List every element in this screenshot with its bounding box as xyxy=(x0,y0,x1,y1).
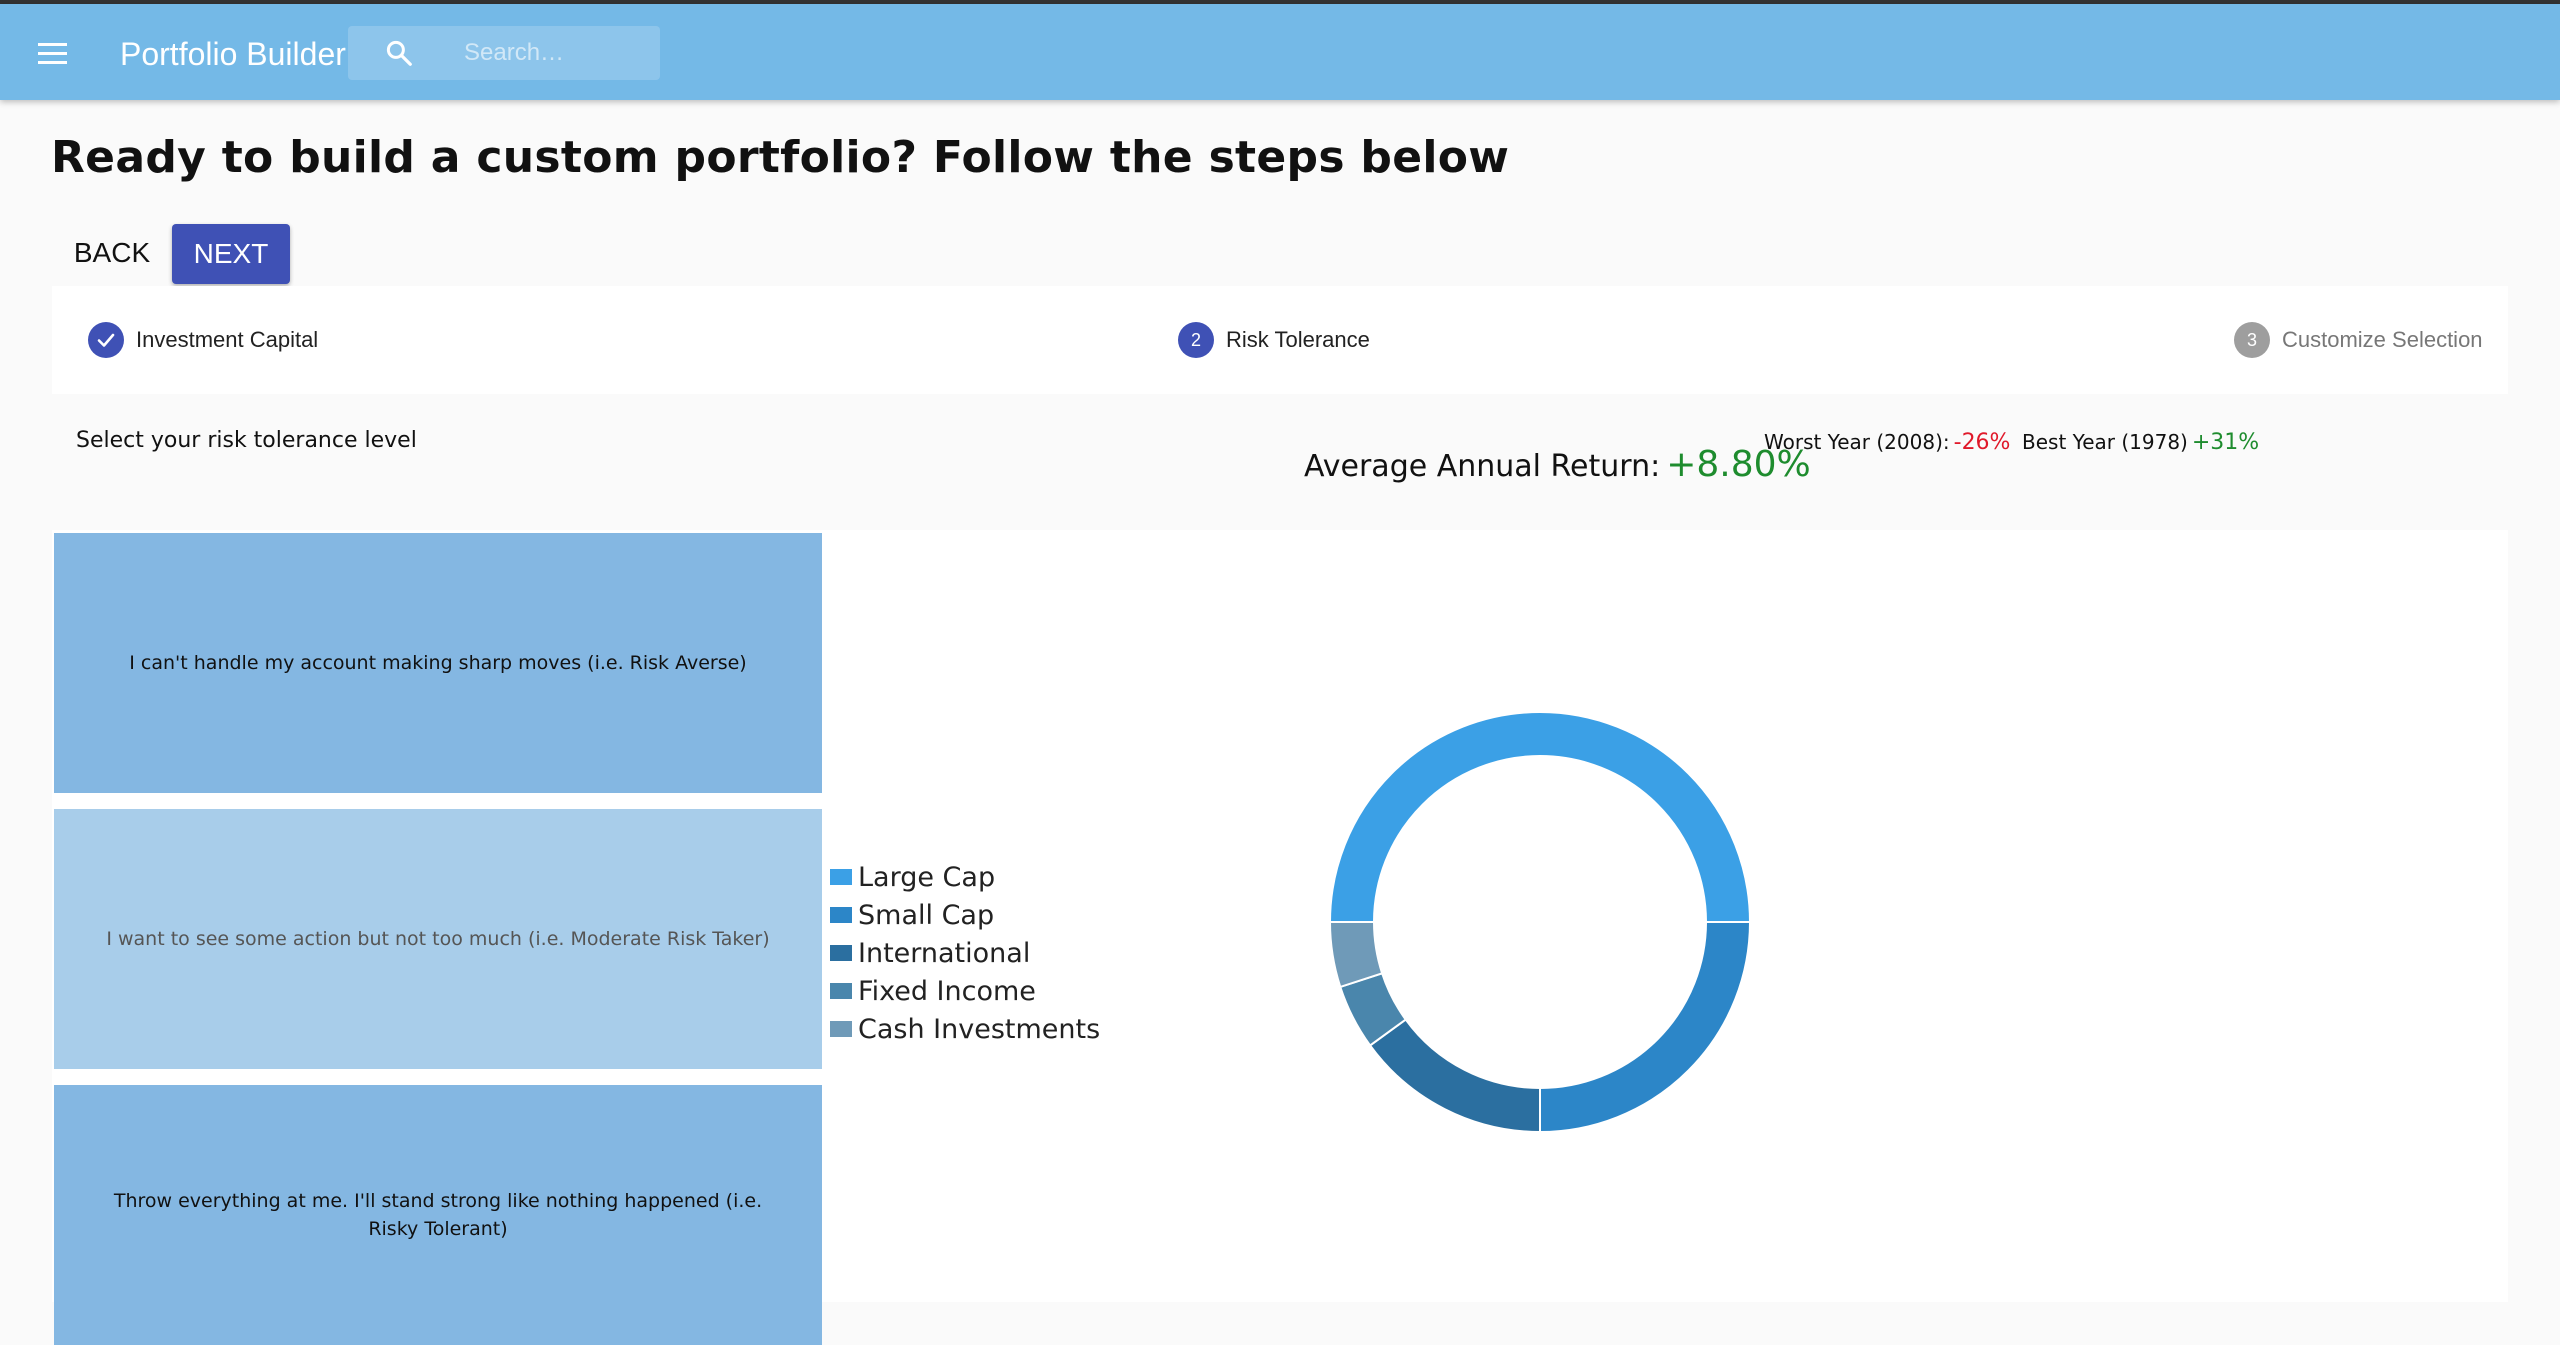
menu-icon-bar xyxy=(38,52,67,55)
legend-swatch xyxy=(830,945,852,961)
step-investment-capital[interactable]: Investment Capital xyxy=(88,322,318,358)
legend-swatch xyxy=(830,983,852,999)
worst-year-value: -26% xyxy=(1953,430,2011,455)
best-year: Best Year (1978) +31% xyxy=(2022,430,2259,455)
legend-swatch xyxy=(830,869,852,885)
chart-legend: Large Cap Small Cap International Fixed Inc… xyxy=(830,858,1100,1048)
legend-item[interactable]: Cash Investments xyxy=(830,1010,1100,1048)
page-title: Ready to build a custom portfolio? Follo… xyxy=(51,132,1510,183)
step-number: 3 xyxy=(2234,322,2270,358)
next-button[interactable]: NEXT xyxy=(172,224,290,284)
legend-label: Fixed Income xyxy=(858,975,1036,1007)
risk-option-averse[interactable]: I can't handle my account making sharp m… xyxy=(54,533,822,793)
best-year-value: +31% xyxy=(2191,430,2260,455)
menu-icon[interactable] xyxy=(34,34,74,74)
search-icon[interactable] xyxy=(384,38,414,68)
legend-item[interactable]: Small Cap xyxy=(830,896,1100,934)
legend-item[interactable]: Fixed Income xyxy=(830,972,1100,1010)
step-customize-selection[interactable]: 3 Customize Selection xyxy=(2234,322,2483,358)
donut-slice-international[interactable] xyxy=(1368,1018,1541,1134)
allocation-donut-chart xyxy=(1328,711,1752,1134)
legend-swatch xyxy=(830,907,852,923)
app-title: Portfolio Builder xyxy=(120,36,346,72)
avg-return-label: Average Annual Return: xyxy=(1304,449,1661,484)
legend-label: Cash Investments xyxy=(858,1013,1101,1045)
legend-label: International xyxy=(858,937,1031,969)
stepper: Investment Capital 2 Risk Tolerance 3 Cu… xyxy=(52,286,2508,394)
step-label: Investment Capital xyxy=(136,327,319,352)
average-annual-return: Average Annual Return: +8.80% xyxy=(1304,444,1811,485)
check-icon xyxy=(88,322,124,358)
donut-slice-small-cap[interactable] xyxy=(1539,921,1752,1134)
legend-swatch xyxy=(830,1021,852,1037)
worst-year-label: Worst Year (2008): xyxy=(1764,430,1950,454)
legend-item[interactable]: International xyxy=(830,934,1100,972)
best-year-label: Best Year (1978) xyxy=(2022,430,2188,454)
search-box[interactable] xyxy=(348,26,660,80)
risk-option-tolerant[interactable]: Throw everything at me. I'll stand stron… xyxy=(54,1085,822,1345)
back-button[interactable]: BACK xyxy=(60,224,164,282)
menu-icon-bar xyxy=(38,61,67,64)
legend-label: Large Cap xyxy=(858,861,996,893)
menu-icon-bar xyxy=(38,43,67,46)
donut-slice-large-cap[interactable] xyxy=(1328,711,1752,923)
step-label: Risk Tolerance xyxy=(1226,327,1370,352)
step-label: Customize Selection xyxy=(2282,327,2483,352)
worst-year: Worst Year (2008): -26% xyxy=(1764,430,2010,455)
risk-option-moderate[interactable]: I want to see some action but not too mu… xyxy=(54,809,822,1069)
search-input[interactable] xyxy=(464,26,654,80)
step-number: 2 xyxy=(1178,322,1214,358)
legend-item[interactable]: Large Cap xyxy=(830,858,1100,896)
step-risk-tolerance[interactable]: 2 Risk Tolerance xyxy=(1178,322,1370,358)
risk-prompt: Select your risk tolerance level xyxy=(76,428,417,453)
legend-label: Small Cap xyxy=(858,899,995,931)
app-bar: Portfolio Builder xyxy=(0,4,2560,100)
